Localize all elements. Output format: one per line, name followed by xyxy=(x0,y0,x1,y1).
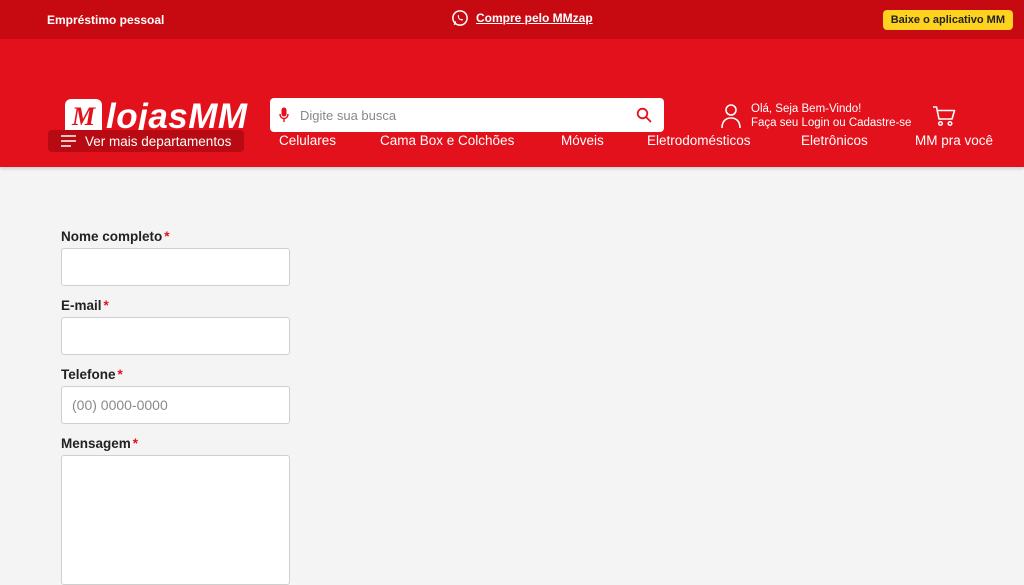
logo-mark-letter: M xyxy=(71,102,96,131)
mmzap-link[interactable]: Compre pelo MMzap xyxy=(451,9,593,27)
mmzap-label: Compre pelo MMzap xyxy=(476,11,593,25)
menu-icon xyxy=(61,135,76,147)
required-mark: * xyxy=(164,229,170,244)
cart-icon[interactable] xyxy=(932,105,956,127)
microphone-icon[interactable] xyxy=(276,106,292,124)
name-label-text: Nome completo xyxy=(61,229,163,244)
message-label: Mensagem * xyxy=(61,436,291,451)
email-field[interactable] xyxy=(61,317,290,355)
nav-item-celulares[interactable]: Celulares xyxy=(279,133,336,148)
nav-item-mm-pra-voce[interactable]: MM pra você xyxy=(915,133,993,148)
all-departments-button[interactable]: Ver mais departamentos xyxy=(48,130,245,152)
nav-item-moveis[interactable]: Móveis xyxy=(561,133,604,148)
required-mark: * xyxy=(103,298,109,313)
phone-label-text: Telefone xyxy=(61,367,116,382)
departments-nav: Ver mais departamentos Celulares Cama Bo… xyxy=(0,129,1024,167)
required-mark: * xyxy=(117,367,123,382)
required-mark: * xyxy=(132,436,139,451)
search-input[interactable] xyxy=(292,107,636,123)
contact-form: Nome completo* E-mail* Telefone* Mensage… xyxy=(61,229,291,585)
loan-link[interactable]: Empréstimo pessoal xyxy=(47,13,164,27)
main-header: M lojasMM Olá, Seja Bem-Vindo! Faça seu … xyxy=(0,39,1024,167)
user-icon xyxy=(721,104,741,129)
nav-item-cama-box[interactable]: Cama Box e Colchões xyxy=(380,133,514,148)
phone-label: Telefone * xyxy=(61,367,291,382)
nav-item-eletronicos[interactable]: Eletrônicos xyxy=(801,133,868,148)
name-label: Nome completo * xyxy=(61,229,291,244)
email-label-text: E-mail xyxy=(61,298,102,313)
account-greeting: Olá, Seja Bem-Vindo! xyxy=(751,103,862,115)
account-login: Faça seu Login ou Cadastre-se xyxy=(751,117,912,129)
download-app-button[interactable]: Baixe o aplicativo MM xyxy=(882,9,1013,30)
whatsapp-icon xyxy=(452,10,468,26)
search-bar xyxy=(270,98,664,132)
nav-item-eletrodomesticos[interactable]: Eletrodomésticos xyxy=(647,133,751,148)
all-departments-label: Ver mais departamentos xyxy=(85,133,232,149)
top-bar: Empréstimo pessoal Compre pelo MMzap Bai… xyxy=(0,0,1024,39)
message-label-text: Mensagem xyxy=(61,436,131,451)
search-icon[interactable] xyxy=(636,107,652,123)
phone-field[interactable] xyxy=(61,386,290,424)
name-field[interactable] xyxy=(61,248,290,286)
email-label: E-mail * xyxy=(61,298,291,313)
message-field[interactable] xyxy=(61,455,290,585)
account-link[interactable]: Olá, Seja Bem-Vindo! Faça seu Login ou C… xyxy=(720,102,911,130)
